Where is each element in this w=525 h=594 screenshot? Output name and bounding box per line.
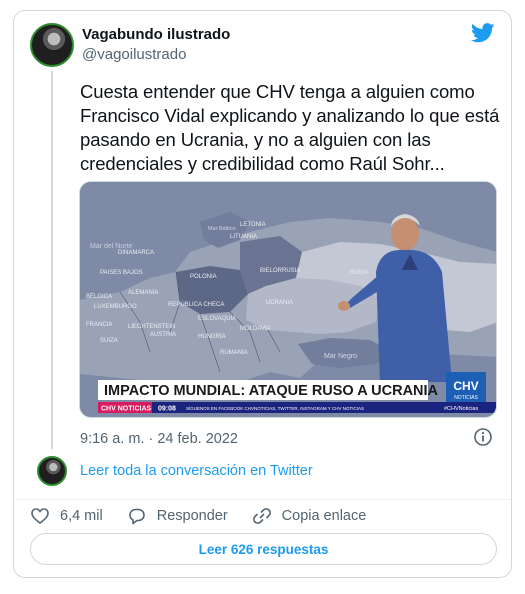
map-label-eslovaquia: ESLOVAQUIA	[198, 316, 236, 322]
thread-line	[51, 71, 53, 449]
map-label-ucrania: UCRANIA	[266, 300, 293, 306]
divider	[14, 499, 511, 500]
map-label-mar-del-norte: Mar del Norte	[90, 243, 133, 250]
map-label-austria: AUSTRIA	[150, 332, 176, 338]
map-label-francia: FRANCIA	[86, 322, 112, 328]
map-label-belgica: BÉLGICA	[86, 293, 112, 300]
copy-link-button[interactable]: Copia enlace	[252, 506, 367, 526]
headline-text: IMPACTO MUNDIAL: ATAQUE RUSO A UCRANIA	[104, 383, 439, 399]
map-label-liechtenstein: LIECHTENSTEIN	[128, 324, 175, 330]
map-label-bielorrusia: BIELORRUSIA	[260, 268, 300, 274]
map-label-mar-baltico: Mar Báltico	[208, 226, 236, 232]
reply-label: Responder	[156, 508, 228, 524]
tweet-text: Cuesta entender que CHV tenga a alguien …	[80, 81, 500, 174]
map-label-rusia: RUSIA	[350, 270, 368, 276]
map-label-suiza: SUIZA	[100, 338, 118, 344]
ticker-brand: CHV NOTICIAS	[101, 406, 152, 413]
heart-icon	[31, 508, 49, 525]
like-button[interactable]: 6,4 mil	[30, 506, 103, 526]
speech-bubble-icon	[128, 508, 145, 525]
map-label-dinamarca: DINAMARCA	[118, 250, 154, 256]
author-avatar[interactable]	[30, 23, 74, 67]
info-icon[interactable]	[473, 427, 493, 447]
map-label-luxemburgo: LUXEMBURGO	[94, 304, 137, 310]
map-label-lituania: LITUANIA	[230, 234, 257, 240]
like-count: 6,4 mil	[60, 508, 103, 524]
author-display-name[interactable]: Vagabundo ilustrado	[82, 26, 230, 43]
ticker-follow-text: SÍGUENOS EN FACEBOOK CHVNOTICIAS, TWITTE…	[186, 405, 364, 411]
tweet-timestamp[interactable]: 9:16 a. m. · 24 feb. 2022	[80, 431, 238, 447]
tweet-actions: 6,4 mil Responder Copia enlace	[30, 505, 390, 527]
tweet-media-image[interactable]: Mar del Norte DINAMARCA PAISES BAJOS ALE…	[79, 181, 497, 418]
map-label-moldavia: MOLDAVIA	[240, 326, 271, 332]
news-broadcast-frame: Mar del Norte DINAMARCA PAISES BAJOS ALE…	[80, 182, 496, 417]
read-conversation-link[interactable]: Leer toda la conversación en Twitter	[80, 463, 313, 479]
channel-logo-text: CHV	[453, 379, 478, 393]
map-label-letonia: LETONIA	[240, 222, 266, 228]
tweet-card: Vagabundo ilustrado @vagoilustrado Cuest…	[13, 10, 512, 578]
reply-button[interactable]: Responder	[127, 506, 228, 526]
copy-link-label: Copia enlace	[281, 508, 367, 524]
channel-logo-subtext: NOTICIAS	[454, 395, 478, 401]
map-label-alemania: ALEMANIA	[128, 290, 158, 296]
twitter-bird-icon[interactable]	[471, 23, 495, 43]
map-label-republica-checa: REPÚBLICA CHECA	[168, 301, 224, 308]
map-label-rumania: RUMANIA	[220, 350, 248, 356]
ticker-hashtag: #CHVNoticias	[444, 406, 478, 412]
author-avatar-small[interactable]	[37, 456, 67, 486]
author-handle[interactable]: @vagoilustrado	[82, 46, 186, 63]
map-label-hungria: HUNGRÍA	[198, 333, 226, 340]
link-icon	[252, 508, 271, 524]
ticker-time: 09:08	[158, 406, 176, 413]
map-label-paises-bajos: PAISES BAJOS	[100, 270, 143, 276]
read-replies-button[interactable]: Leer 626 respuestas	[30, 533, 497, 565]
map-label-mar-negro: Mar Negro	[324, 353, 357, 360]
map-label-polonia: POLONIA	[190, 274, 217, 280]
